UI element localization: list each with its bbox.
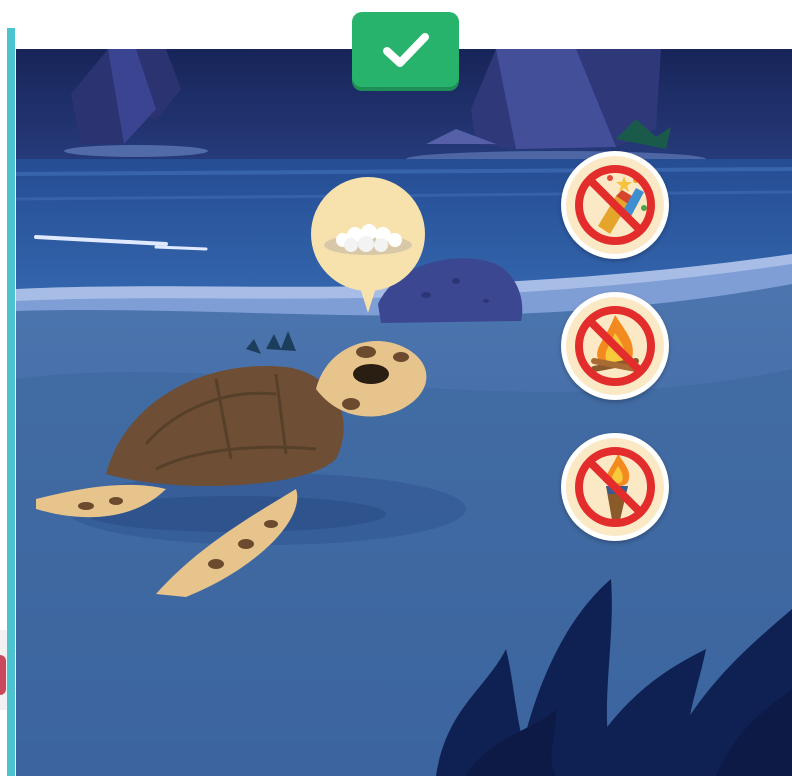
- no-campfire-icon: [566, 297, 664, 395]
- checkmark-icon: [382, 32, 429, 67]
- left-panel-card-accent: [0, 655, 6, 695]
- no-torch-icon: [566, 438, 664, 536]
- no-fireworks-badge[interactable]: [561, 151, 669, 259]
- turtle-thought-bubble: [311, 177, 425, 313]
- left-panel-edge: [0, 0, 16, 776]
- no-torch-badge[interactable]: [561, 433, 669, 541]
- left-panel-accent-bar: [7, 28, 15, 776]
- turtle-eggs-icon: [311, 177, 425, 313]
- no-campfire-badge[interactable]: [561, 292, 669, 400]
- check-answer-button[interactable]: [352, 12, 459, 87]
- beach-scene: [16, 49, 792, 776]
- night-beach-background: [16, 49, 792, 776]
- no-fireworks-icon: [566, 156, 664, 254]
